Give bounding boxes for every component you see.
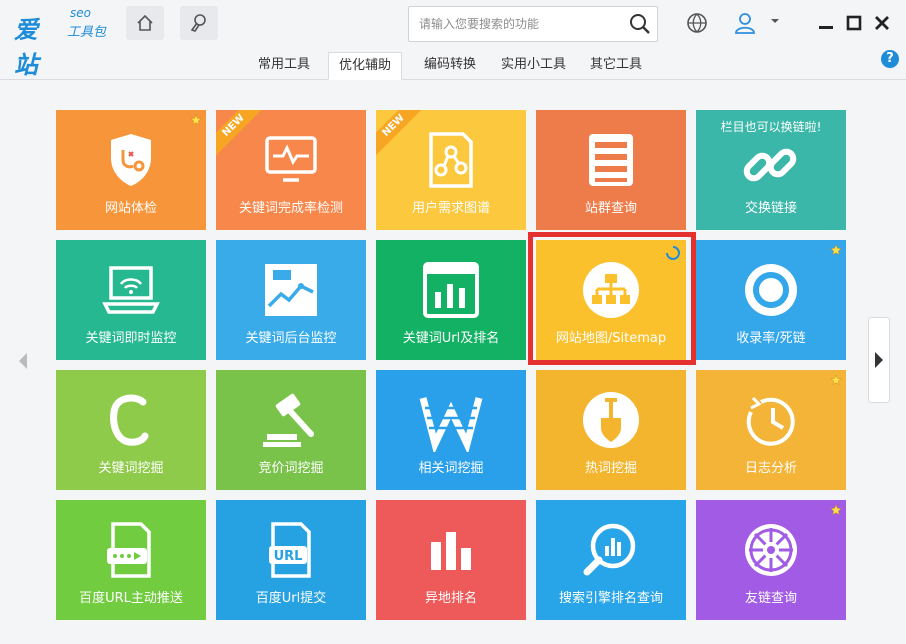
letter-c-icon xyxy=(110,394,149,446)
tile-label: 交换链接 xyxy=(744,201,797,216)
close-icon[interactable] xyxy=(871,12,893,34)
tile-baidu-url-submit[interactable]: URL 百度Url提交 xyxy=(216,500,366,620)
tile-label: 日志分析 xyxy=(744,461,797,476)
network-icon[interactable] xyxy=(684,10,710,36)
gavel-icon xyxy=(263,393,314,447)
tile-label: 百度Url提交 xyxy=(255,591,327,606)
url-push-icon xyxy=(107,522,151,578)
palette-icon xyxy=(190,14,206,32)
tile-remote-ranking[interactable]: 异地排名 xyxy=(376,500,526,620)
arrow-left-icon xyxy=(19,353,27,369)
tool-grid: 网站体检 NEW 关键词完成率检测 NEW 用户需求图谱 站群查询 栏目也可以换… xyxy=(0,81,906,644)
tile-keyword-mining[interactable]: 关键词挖掘 xyxy=(56,370,206,490)
tile-keyword-backend-monitor[interactable]: 关键词后台监控 xyxy=(216,240,366,360)
title-bar: 爱站 seo 工具包 xyxy=(0,0,906,79)
skin-button[interactable] xyxy=(180,6,218,40)
ring-icon xyxy=(745,264,797,316)
next-page-button[interactable] xyxy=(868,317,890,403)
tile-label: 网站体检 xyxy=(104,201,157,216)
tab-common-tools[interactable]: 常用工具 xyxy=(248,52,320,80)
logo-sub: 工具包 xyxy=(67,25,107,40)
chart-monitor-icon xyxy=(265,264,317,316)
tile-label: 收录率/死链 xyxy=(736,331,806,346)
search-icon[interactable] xyxy=(627,11,653,37)
tile-exchange-links[interactable]: 栏目也可以换链啦! 交换链接 xyxy=(696,110,846,230)
mind-map-icon xyxy=(429,132,473,188)
monitor-pulse-icon xyxy=(265,136,317,182)
promo-text: 栏目也可以换链啦! xyxy=(720,120,822,134)
star-icon xyxy=(190,114,202,126)
chain-link-icon xyxy=(743,148,797,182)
magnifier-chart-icon xyxy=(583,523,636,576)
tab-encoding[interactable]: 编码转换 xyxy=(414,52,486,80)
tile-label: 关键词Url及排名 xyxy=(402,331,500,346)
tile-index-rate-deadlink[interactable]: 收录率/死链 xyxy=(696,240,846,360)
tile-label: 关键词后台监控 xyxy=(245,331,337,346)
tile-friend-link-query[interactable]: 友链查询 xyxy=(696,500,846,620)
shovel-icon xyxy=(583,392,639,448)
tile-related-word-mining[interactable]: 相关词挖掘 xyxy=(376,370,526,490)
tile-label: 关键词完成率检测 xyxy=(238,201,343,216)
tab-optimization[interactable]: 优化辅助 xyxy=(328,52,403,80)
tile-keyword-instant-monitor[interactable]: 关键词即时监控 xyxy=(56,240,206,360)
tile-label: 搜索引擎排名查询 xyxy=(558,591,663,606)
laptop-wifi-icon xyxy=(102,266,160,314)
home-button[interactable] xyxy=(126,6,164,40)
tile-label: 百度URL主动推送 xyxy=(79,591,183,606)
search-box xyxy=(408,6,658,42)
tile-log-analysis[interactable]: 日志分析 xyxy=(696,370,846,490)
minimize-icon[interactable] xyxy=(815,12,837,34)
search-input[interactable] xyxy=(409,7,625,41)
logo-seo: seo xyxy=(70,6,91,20)
tile-bid-word-mining[interactable]: 竞价词挖掘 xyxy=(216,370,366,490)
clock-icon xyxy=(746,396,795,446)
bar-chart-icon xyxy=(423,262,479,318)
tile-search-engine-ranking[interactable]: 搜索引擎排名查询 xyxy=(536,500,686,620)
tile-label: 热词挖掘 xyxy=(584,461,637,476)
chevron-down-icon[interactable] xyxy=(768,14,782,28)
list-icon xyxy=(589,134,633,186)
shield-stethoscope-icon xyxy=(111,134,151,186)
tile-label: 竞价词挖掘 xyxy=(258,461,324,476)
user-icon[interactable] xyxy=(732,10,758,36)
tile-site-checkup[interactable]: 网站体检 xyxy=(56,110,206,230)
home-icon xyxy=(137,14,153,31)
selection-highlight xyxy=(528,232,696,365)
tile-user-demand-graph[interactable]: NEW 用户需求图谱 xyxy=(376,110,526,230)
tab-bar: 常用工具 优化辅助 编码转换 实用小工具 其它工具 xyxy=(0,48,906,80)
help-icon[interactable]: ? xyxy=(881,50,899,68)
tile-label: 用户需求图谱 xyxy=(411,201,490,216)
tile-label: 相关词挖掘 xyxy=(418,461,484,476)
svg-text:URL: URL xyxy=(274,549,303,564)
url-doc-icon: URL xyxy=(269,522,311,578)
tab-utilities[interactable]: 实用小工具 xyxy=(491,52,576,80)
maximize-icon[interactable] xyxy=(843,12,865,34)
star-icon xyxy=(830,374,842,386)
star-icon xyxy=(830,504,842,516)
arrow-right-icon xyxy=(875,352,883,368)
prev-page-button[interactable] xyxy=(12,319,34,403)
tile-baidu-url-push[interactable]: 百度URL主动推送 xyxy=(56,500,206,620)
letter-w-icon xyxy=(419,397,483,452)
wheel-icon xyxy=(745,524,797,576)
tile-label: 关键词挖掘 xyxy=(98,461,164,476)
tile-site-group-query[interactable]: 站群查询 xyxy=(536,110,686,230)
tile-hot-word-mining[interactable]: 热词挖掘 xyxy=(536,370,686,490)
tile-keyword-completion[interactable]: NEW 关键词完成率检测 xyxy=(216,110,366,230)
tile-label: 异地排名 xyxy=(424,591,477,606)
tile-label: 关键词即时监控 xyxy=(85,331,177,346)
star-icon xyxy=(830,244,842,256)
bar-chart-icon xyxy=(431,532,471,570)
tile-keyword-url-ranking[interactable]: 关键词Url及排名 xyxy=(376,240,526,360)
tab-other-tools[interactable]: 其它工具 xyxy=(580,52,652,80)
tile-label: 友链查询 xyxy=(744,591,797,606)
tile-label: 站群查询 xyxy=(584,201,637,216)
